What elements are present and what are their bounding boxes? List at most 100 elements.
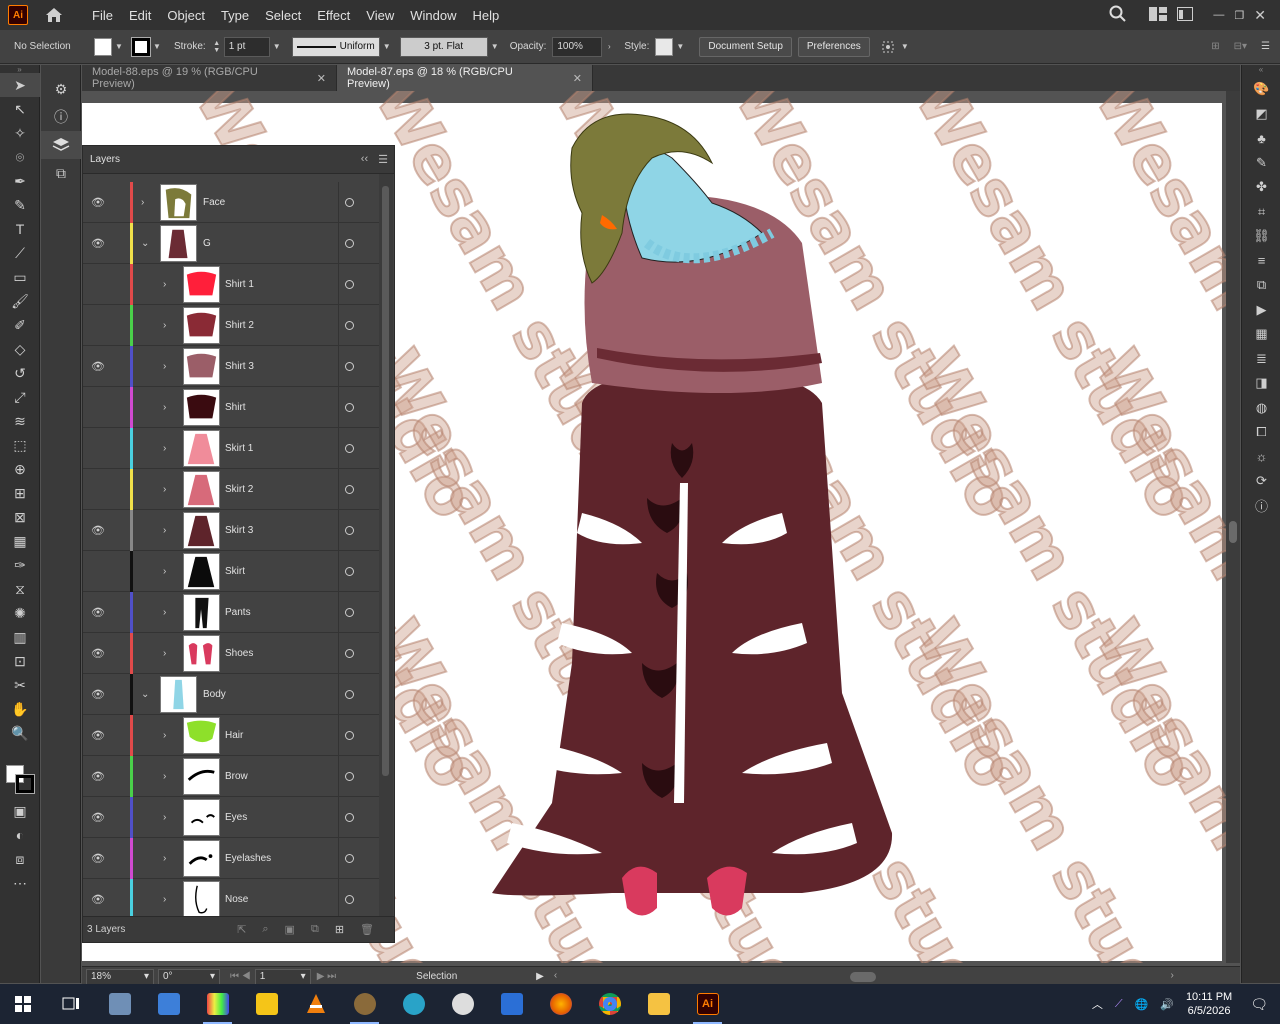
stroke-dropdown-icon[interactable]: ▼ — [150, 37, 164, 57]
layer-target-icon[interactable] — [345, 525, 354, 535]
libraries-panel-icon[interactable]: ⧠ — [1242, 420, 1280, 444]
inkscape-icon[interactable] — [438, 984, 487, 1024]
restore-icon[interactable]: ❐ — [1234, 9, 1244, 22]
chevron-right-icon[interactable]: › — [141, 197, 144, 208]
gradient-tool-icon[interactable]: ▦ — [0, 529, 40, 553]
magic-wand-tool-icon[interactable]: ✧ — [0, 121, 40, 145]
layer-row-skirt[interactable]: › Skirt — [83, 551, 379, 592]
layer-target-icon[interactable] — [345, 771, 354, 781]
actions-panel-icon[interactable]: ▶ — [1242, 298, 1280, 322]
tab-model-88[interactable]: Model-88.eps @ 19 % (RGB/CPU Preview) ✕ — [82, 65, 337, 91]
menu-view[interactable]: View — [358, 8, 402, 23]
menu-effect[interactable]: Effect — [309, 8, 358, 23]
collapse-right-panels-icon[interactable]: « — [1242, 65, 1280, 77]
align-icon[interactable]: ⊞ — [1211, 41, 1219, 52]
visibility-eye-icon[interactable]: 👁 — [91, 893, 105, 906]
layer-row-g[interactable]: 👁 ⌄ G — [83, 223, 379, 264]
new-sublayer-icon[interactable]: ⧉ — [311, 923, 319, 936]
type-tool-icon[interactable]: T — [0, 217, 40, 241]
layer-row-nose[interactable]: 👁 › Nose — [83, 879, 379, 918]
layer-name[interactable]: Skirt 3 — [225, 525, 253, 536]
chevron-right-icon[interactable]: › — [163, 894, 166, 905]
layer-target-icon[interactable] — [345, 894, 354, 904]
new-layer-icon[interactable]: ⊞ — [335, 923, 344, 936]
gimp-icon[interactable] — [340, 984, 389, 1024]
layer-name[interactable]: Shirt 3 — [225, 361, 254, 372]
vertical-scroll-thumb[interactable] — [1229, 521, 1237, 543]
chevron-right-icon[interactable]: › — [163, 484, 166, 495]
file-explorer-icon[interactable] — [634, 984, 683, 1024]
chevron-right-icon[interactable]: › — [163, 320, 166, 331]
first-artboard-icon[interactable]: ⏮ ◀ — [230, 971, 251, 982]
control-menu-icon[interactable]: ☰ — [1261, 41, 1270, 52]
brush-dropdown-icon[interactable]: ▼ — [488, 37, 502, 57]
visibility-eye-icon[interactable]: 👁 — [91, 688, 105, 701]
layer-name[interactable]: Eyes — [225, 812, 247, 823]
chrome-icon[interactable] — [585, 984, 634, 1024]
visibility-eye-icon[interactable]: 👁 — [91, 606, 105, 619]
tab-model-87[interactable]: Model-87.eps @ 18 % (RGB/CPU Preview) ✕ — [337, 65, 593, 91]
visibility-eye-icon[interactable]: 👁 — [91, 196, 105, 209]
transform-icon[interactable]: ▼ — [880, 37, 912, 57]
vertical-scrollbar[interactable] — [1226, 91, 1240, 963]
artboards-panel-icon[interactable]: ⧉ — [41, 159, 81, 187]
info-panel-icon[interactable]: ⓘ — [41, 103, 81, 131]
store-app-icon[interactable] — [487, 984, 536, 1024]
settings-app-icon[interactable] — [389, 984, 438, 1024]
properties-panel-icon[interactable]: ⚙ — [41, 75, 81, 103]
layer-name[interactable]: Shoes — [225, 648, 253, 659]
variable-width-profile[interactable]: Uniform — [291, 36, 380, 57]
arrange-documents-icon[interactable] — [1149, 6, 1168, 24]
layer-row-eyelashes[interactable]: 👁 › Eyelashes — [83, 838, 379, 879]
fill-stroke-swatches[interactable] — [0, 759, 40, 799]
perspective-grid-tool-icon[interactable]: ⊞ — [0, 481, 40, 505]
menu-type[interactable]: Type — [213, 8, 257, 23]
close-tab-icon[interactable]: ✕ — [317, 72, 326, 85]
chevron-right-icon[interactable]: › — [163, 525, 166, 536]
slice-tool-icon[interactable]: ✂ — [0, 673, 40, 697]
visibility-eye-icon[interactable]: 👁 — [91, 647, 105, 660]
layer-row-body[interactable]: 👁 ⌄ Body — [83, 674, 379, 715]
lasso-tool-icon[interactable]: ⌾ — [0, 145, 40, 169]
links-panel-icon[interactable]: ⛓ — [1242, 224, 1280, 248]
chevron-right-icon[interactable]: › — [163, 771, 166, 782]
menu-object[interactable]: Object — [159, 8, 213, 23]
brush-definition[interactable]: 3 pt. Flat — [399, 36, 488, 57]
color-guide-icon[interactable]: 🎨 — [1242, 77, 1280, 101]
brushes-panel-icon[interactable]: ✎ — [1242, 151, 1280, 175]
layer-name[interactable]: Shirt — [225, 402, 246, 413]
start-button[interactable] — [0, 984, 46, 1024]
graphic-style-swatch[interactable] — [655, 37, 674, 56]
vlc-icon[interactable] — [291, 984, 340, 1024]
close-tab-icon[interactable]: ✕ — [573, 72, 582, 85]
layer-row-skirt-1[interactable]: › Skirt 1 — [83, 428, 379, 469]
symbol-sprayer-tool-icon[interactable]: ✺ — [0, 601, 40, 625]
rotation-field[interactable]: 0° ▾ — [158, 968, 220, 985]
fill-dropdown-icon[interactable]: ▼ — [112, 37, 126, 57]
asset-export-panel-icon[interactable]: ⟳ — [1242, 469, 1280, 493]
symbols-panel-icon[interactable]: ✤ — [1242, 175, 1280, 199]
more-tools-icon[interactable]: ⋯ — [0, 871, 40, 895]
volume-icon[interactable]: 🔊 — [1160, 998, 1174, 1011]
locate-object-icon[interactable]: ⌕ — [262, 923, 268, 936]
layers-scrollbar[interactable] — [379, 174, 393, 918]
rectangle-tool-icon[interactable]: ▭ — [0, 265, 40, 289]
blend-tool-icon[interactable]: ⧖ — [0, 577, 40, 601]
layers-panel-icon[interactable] — [41, 131, 81, 159]
visibility-eye-icon[interactable]: 👁 — [91, 811, 105, 824]
stroke-swatch[interactable] — [131, 36, 151, 57]
style-dropdown-icon[interactable]: ▼ — [673, 37, 687, 57]
chevron-right-icon[interactable]: › — [163, 443, 166, 454]
visibility-eye-icon[interactable]: 👁 — [91, 852, 105, 865]
opacity-arrow-icon[interactable]: › — [602, 37, 616, 57]
menu-select[interactable]: Select — [257, 8, 309, 23]
zoom-field[interactable]: 18% ▾ — [86, 968, 154, 985]
clipping-mask-icon[interactable]: ▣ — [285, 923, 295, 936]
layer-name[interactable]: Body — [203, 689, 226, 700]
document-setup-button[interactable]: Document Setup — [699, 36, 792, 57]
visibility-eye-icon[interactable]: 👁 — [91, 237, 105, 250]
task-view-icon[interactable] — [46, 984, 95, 1024]
chevron-right-icon[interactable]: › — [163, 607, 166, 618]
visibility-eye-icon[interactable]: 👁 — [91, 524, 105, 537]
layer-row-shoes[interactable]: 👁 › Shoes — [83, 633, 379, 674]
